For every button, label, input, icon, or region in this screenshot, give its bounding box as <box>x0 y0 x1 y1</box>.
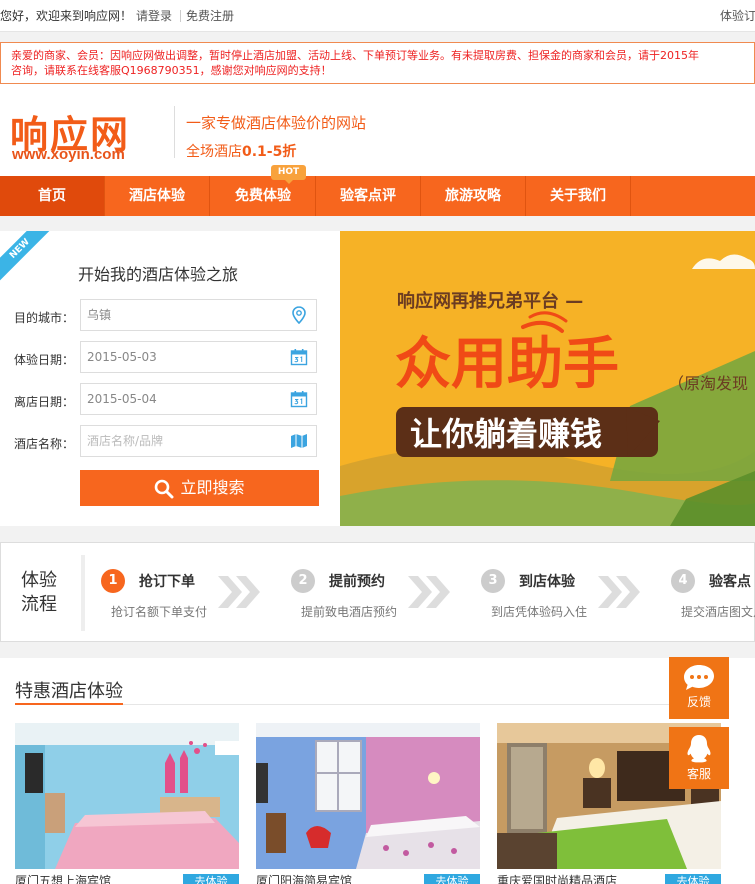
topbar-divider <box>180 10 181 22</box>
step-description: 到店凭体验码入住 <box>491 605 588 619</box>
banner-sub: （原淘发现 <box>668 374 748 393</box>
checkin-label: 体验日期： <box>14 353 75 367</box>
hotel-card-caption[interactable]: 厦门阳海简易宾馆 <box>256 872 352 884</box>
chat-bubble-icon <box>684 665 714 690</box>
step-title: 抢订下单 <box>139 574 195 590</box>
hotel-card-caption[interactable]: 厦门五想上海宾馆 <box>15 872 111 884</box>
hotel-card-1[interactable]: 厦门五想上海宾馆 去体验 <box>15 723 239 884</box>
hot-badge: HOT <box>271 165 306 184</box>
new-ribbon: NEW <box>0 231 56 287</box>
site-header: 响应网 www.xoyin.com 一家专做酒店体验价的网站 全场酒店0.1-5… <box>0 84 755 176</box>
location-pin-icon[interactable] <box>290 306 308 324</box>
calendar-icon[interactable] <box>290 390 308 408</box>
step-title: 验客点 <box>709 574 751 590</box>
double-chevron-right-icon <box>598 576 640 608</box>
checkout-date-input[interactable]: 2015-05-04 <box>80 383 317 415</box>
register-link[interactable]: 免费注册 <box>186 0 234 32</box>
step-number: 4 <box>671 569 695 593</box>
process-step-2: 2 提前预约 提前致电酒店预约 <box>291 567 491 627</box>
process-divider <box>81 555 85 631</box>
promo-banner-art: 响应网再推兄弟平台 — 众用助手 （原淘发现 让你躺着赚钱 <box>340 231 755 526</box>
process-step-1: 1 抢订下单 抢订名额下单支付 <box>101 567 301 627</box>
map-icon[interactable] <box>290 432 308 450</box>
step-title: 提前预约 <box>329 574 385 590</box>
search-panel: NEW 开始我的酒店体验之旅 目的城市： 乌镇 体验日期： 2015-05-03… <box>0 231 340 526</box>
city-input[interactable]: 乌镇 <box>80 299 317 331</box>
try-button[interactable]: 去体验 <box>183 874 239 884</box>
checkout-label: 离店日期： <box>14 395 75 409</box>
step-description: 提交酒店图文点 <box>681 605 755 619</box>
promo-banner[interactable]: 响应网再推兄弟平台 — 众用助手 （原淘发现 让你躺着赚钱 <box>340 231 755 526</box>
hotel-card-2[interactable]: 厦门阳海简易宾馆 去体验 <box>256 723 480 884</box>
qq-penguin-icon <box>687 735 711 763</box>
customer-service-button[interactable]: 客服 <box>669 727 729 789</box>
top-bar: 您好，欢迎来到响应网！ 请登录 免费注册 体验订 <box>0 0 755 32</box>
login-link[interactable]: 请登录 <box>136 0 172 32</box>
header-divider <box>174 106 175 158</box>
slogan-prefix: 全场酒店 <box>186 144 242 160</box>
banner-line1: 响应网再推兄弟平台 — <box>397 290 583 312</box>
nav-home[interactable]: 首页 <box>0 176 105 216</box>
try-button[interactable]: 去体验 <box>424 874 480 884</box>
nav-hotel-experience[interactable]: 酒店体验 <box>105 176 210 216</box>
search-button-label: 立即搜索 <box>180 478 245 497</box>
deals-title-underline <box>15 703 123 705</box>
step-description: 抢订名额下单支付 <box>111 605 208 619</box>
nav-reviews[interactable]: 验客点评 <box>316 176 421 216</box>
experience-order-link[interactable]: 体验订 <box>720 0 755 32</box>
nav-travel-guides[interactable]: 旅游攻略 <box>421 176 526 216</box>
process-step-3: 3 到店体验 到店凭体验码入住 <box>481 567 681 627</box>
city-input-value: 乌镇 <box>87 308 112 322</box>
step-number: 3 <box>481 569 505 593</box>
new-ribbon-label: NEW <box>0 231 54 283</box>
process-title-text: 体验 流程 <box>21 570 57 615</box>
notice-line-2: 咨询，请联系在线客服Q1968790351，感谢您对响应网的支持！ <box>11 64 332 77</box>
logo-url[interactable]: www.xoyin.com <box>12 146 125 163</box>
greeting-text: 您好，欢迎来到响应网！ <box>0 9 133 23</box>
hotel-name-label: 酒店名称： <box>14 437 75 451</box>
feedback-label: 反馈 <box>686 695 711 709</box>
notice-banner: 亲爱的商家、会员：因响应网做出调整，暂时停止酒店加盟、活动上线、下单预订等业务。… <box>0 42 755 84</box>
step-number: 2 <box>291 569 315 593</box>
deals-section: 特惠酒店体验 厦门五想上海宾馆 去体验 厦门阳海简易宾馆 去体验 重庆爱国时尚精… <box>0 658 755 884</box>
slogan-secondary: 全场酒店0.1-5折 <box>186 141 296 161</box>
hotel-photo[interactable] <box>15 723 239 869</box>
page: 您好，欢迎来到响应网！ 请登录 免费注册 体验订 亲爱的商家、会员：因响应网做出… <box>0 0 755 884</box>
banner-slogan: 让你躺着赚钱 <box>410 415 602 453</box>
hotel-name-placeholder: 酒店名称/品牌 <box>87 434 164 448</box>
step-title: 到店体验 <box>519 574 575 590</box>
banner-brand: 众用助手 <box>395 332 619 397</box>
search-title: 开始我的酒店体验之旅 <box>78 265 239 284</box>
try-button[interactable]: 去体验 <box>665 874 721 884</box>
checkin-date-input[interactable]: 2015-05-03 <box>80 341 317 373</box>
search-icon <box>155 479 174 498</box>
nav-free-experience[interactable]: 免费体验 <box>211 176 316 216</box>
step-number: 1 <box>101 569 125 593</box>
main-nav: 首页 酒店体验 免费体验 验客点评 旅游攻略 关于我们 <box>0 176 755 216</box>
discount-range: 0.1-5折 <box>242 144 297 160</box>
step-description: 提前致电酒店预约 <box>301 605 398 619</box>
hotel-photo[interactable] <box>256 723 480 869</box>
feedback-button[interactable]: 反馈 <box>669 657 729 719</box>
double-chevron-right-icon <box>218 576 260 608</box>
hotel-card-caption[interactable]: 重庆爱国时尚精品酒店 <box>497 872 617 884</box>
calendar-icon[interactable] <box>290 348 308 366</box>
checkin-date-value: 2015-05-03 <box>87 350 157 364</box>
process-title: 体验 流程 <box>21 569 61 617</box>
checkout-date-value: 2015-05-04 <box>87 392 157 406</box>
notice-line-1: 亲爱的商家、会员：因响应网做出调整，暂时停止酒店加盟、活动上线、下单预订等业务。… <box>11 49 699 62</box>
search-button[interactable]: 立即搜索 <box>80 470 319 506</box>
customer-service-label: 客服 <box>686 767 711 781</box>
city-label: 目的城市： <box>14 311 75 325</box>
deals-title: 特惠酒店体验 <box>15 681 123 702</box>
process-step-4: 4 验客点 提交酒店图文点 <box>671 567 755 627</box>
hotel-name-input[interactable]: 酒店名称/品牌 <box>80 425 317 457</box>
slogan-primary: 一家专做酒店体验价的网站 <box>186 114 367 132</box>
double-chevron-right-icon <box>408 576 450 608</box>
nav-about-us[interactable]: 关于我们 <box>526 176 631 216</box>
